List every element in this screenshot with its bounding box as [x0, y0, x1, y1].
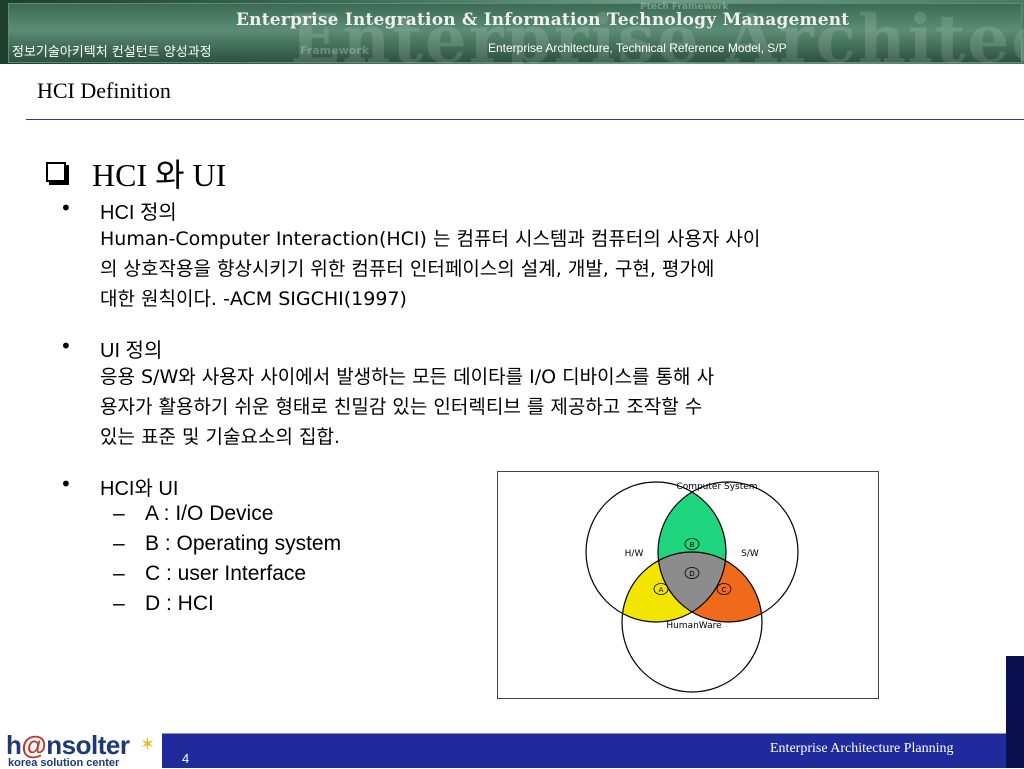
ui-definition-paragraph: 응용 S/W와 사용자 사이에서 발생하는 모든 데이타를 I/O 디바이스를 …	[100, 362, 910, 452]
hci-definition-paragraph: Human-Computer Interaction(HCI) 는 컴퓨터 시스…	[100, 224, 910, 314]
label-sw: S/W	[741, 549, 759, 559]
marker-b-label: B	[690, 541, 695, 549]
title-divider	[26, 119, 1024, 120]
marker-d-label: D	[689, 570, 694, 578]
sub-item-c: – C : user Interface	[113, 562, 307, 585]
company-logo: h@nsolter ✶ korea solution center	[6, 730, 156, 769]
sub-item-text: D : HCI	[145, 592, 214, 615]
header-course: 정보기술아키텍처 컨설턴트 양성과정	[12, 45, 212, 60]
header-subtitle: Enterprise Architecture, Technical Refer…	[488, 41, 787, 55]
footer-text: Enterprise Architecture Planning	[770, 741, 954, 756]
page-number: 4	[182, 751, 190, 766]
sub-item-b: – B : Operating system	[113, 532, 342, 555]
bullet-icon: •	[60, 334, 72, 358]
bullet-ui-definition: UI 정의	[100, 340, 163, 362]
paragraph-line: Human-Computer Interaction(HCI) 는 컴퓨터 시스…	[100, 228, 761, 250]
paragraph-line: 의 상호작용을 향상시키기 위한 컴퓨터 인터페이스의 설계, 개발, 구현, …	[100, 258, 715, 280]
bullet-hci-and-ui: HCI와 UI	[100, 478, 179, 500]
page-title: HCI Definition	[37, 78, 171, 103]
paragraph-line: 응용 S/W와 사용자 사이에서 발생하는 모든 데이타를 I/O 디바이스를 …	[100, 366, 715, 388]
sub-item-text: B : Operating system	[145, 532, 342, 555]
diagram-title: Computer System	[676, 482, 757, 492]
paragraph-line: 대한 원칙이다. -ACM SIGCHI(1997)	[100, 288, 407, 310]
logo-tagline: korea solution center	[8, 757, 120, 769]
marker-a-label: A	[659, 586, 664, 594]
section-heading: HCI 와 UI	[46, 150, 226, 193]
paragraph-line: 있는 표준 및 기술요소의 집합.	[100, 426, 340, 448]
logo-star-icon: ✶	[140, 734, 156, 755]
checkbox-bullet-icon	[46, 162, 66, 182]
marker-c-label: C	[722, 586, 727, 594]
sub-item-d: – D : HCI	[113, 592, 214, 615]
bullet-icon: •	[60, 472, 72, 496]
sub-item-text: A : I/O Device	[145, 502, 274, 525]
bullet-icon: •	[60, 196, 72, 220]
venn-diagram: Computer System H/W S/W HumanWare B D A …	[497, 471, 879, 699]
header-watermark-small: Framework	[300, 44, 370, 57]
side-decoration	[1006, 656, 1024, 768]
label-hw: H/W	[625, 549, 644, 559]
section-heading-text: HCI 와 UI	[92, 157, 227, 193]
header-title: Enterprise Integration & Information Tec…	[236, 10, 850, 30]
paragraph-line: 용자가 활용하기 쉬운 형태로 친밀감 있는 인터렉티브 를 제공하고 조작할 …	[100, 396, 703, 418]
sub-item-text: C : user Interface	[145, 562, 307, 585]
bullet-hci-definition: HCI 정의	[100, 202, 177, 224]
header-banner: Enterprise Architecture Mo Framework Pte…	[0, 0, 1024, 64]
venn-svg: Computer System H/W S/W HumanWare B D A …	[585, 481, 799, 693]
sub-item-a: – A : I/O Device	[113, 502, 274, 525]
label-humanware: HumanWare	[666, 621, 722, 631]
